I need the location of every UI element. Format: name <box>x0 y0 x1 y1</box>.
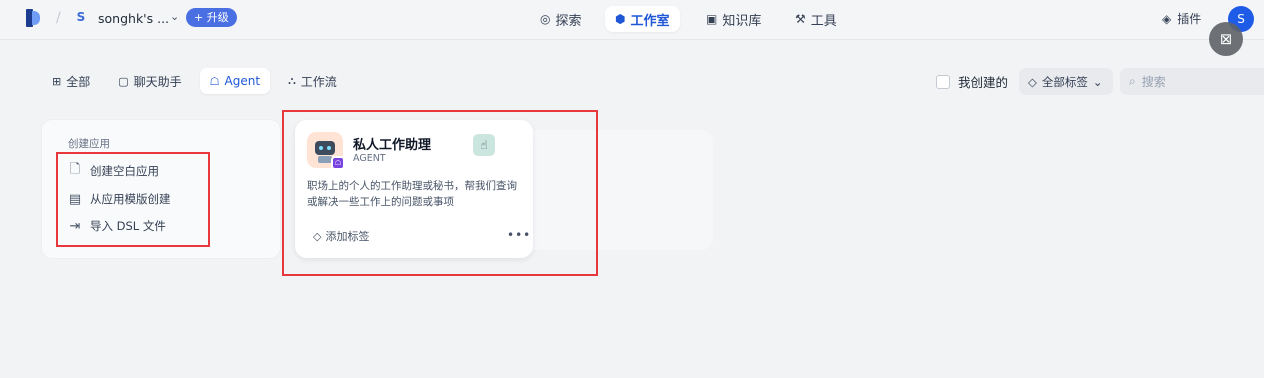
nav-label: 探索 <box>555 13 582 29</box>
chevron-down-icon[interactable]: ⌄ <box>170 10 179 23</box>
nav-explore[interactable]: ◎ 探索 <box>530 6 592 32</box>
workflow-icon: ⛬ <box>288 74 296 87</box>
plugin-label: 插件 <box>1177 12 1202 26</box>
grid-icon: ⊞ <box>52 74 62 88</box>
nav-label: 工作室 <box>630 13 670 29</box>
chevron-down-icon: ⌄ <box>1092 74 1103 89</box>
workspace-name[interactable]: songhk's ... <box>98 11 169 26</box>
top-bar: / S songhk's ... ⌄ + 升级 ◎ 探索 ⬢ 工作室 ▣ 知识库… <box>0 0 1264 40</box>
create-app-title: 创建应用 <box>68 138 110 150</box>
search-input[interactable]: ⌕ 搜索 <box>1120 68 1264 95</box>
tab-agent[interactable]: ☖ Agent <box>199 68 271 94</box>
my-created-label: 我创建的 <box>958 75 1009 90</box>
my-created-filter[interactable]: 我创建的 <box>936 72 1008 91</box>
search-icon: ⌕ <box>1129 74 1136 88</box>
my-created-checkbox[interactable] <box>936 74 950 89</box>
tab-workflow[interactable]: ⛬ 工作流 <box>278 68 347 94</box>
nav-label: 工具 <box>810 13 837 29</box>
nav-knowledge[interactable]: ▣ 知识库 <box>696 6 771 32</box>
upgrade-button[interactable]: + 升级 <box>186 8 237 27</box>
book-icon: ▣ <box>706 12 718 26</box>
tab-chat-assistant[interactable]: ▢ 聊天助手 <box>108 68 191 94</box>
close-icon[interactable]: ⊠ <box>1209 22 1243 56</box>
breadcrumb-separator: / <box>56 10 61 26</box>
workspace-icon: S <box>76 10 86 24</box>
annotation-box <box>56 152 210 247</box>
nav-tools[interactable]: ⚒ 工具 <box>785 6 847 32</box>
app-type-tabs: ⊞ 全部 ▢ 聊天助手 ☖ Agent ⛬ 工作流 <box>42 68 347 94</box>
nav-studio[interactable]: ⬢ 工作室 <box>605 6 680 32</box>
tab-label: 工作流 <box>300 74 337 89</box>
tab-label: 全部 <box>66 74 91 89</box>
tab-label: 聊天助手 <box>133 74 182 89</box>
agent-icon: ☖ <box>209 74 220 88</box>
tag-filter-label: 全部标签 <box>1041 74 1088 89</box>
tag-icon: ◇ <box>1028 74 1037 89</box>
tab-label: Agent <box>224 74 261 88</box>
annotation-box <box>282 110 598 276</box>
tag-filter-select[interactable]: ◇ 全部标签 ⌄ <box>1019 68 1113 95</box>
chat-icon: ▢ <box>118 74 129 88</box>
nav-label: 知识库 <box>722 13 762 29</box>
compass-icon: ◎ <box>540 12 551 26</box>
plugin-button[interactable]: ◈ 插件 <box>1162 10 1201 27</box>
tab-all[interactable]: ⊞ 全部 <box>42 68 100 94</box>
robot-icon: ⬢ <box>615 12 626 26</box>
wrench-icon: ⚒ <box>795 12 806 26</box>
search-placeholder: 搜索 <box>1141 75 1166 89</box>
app-logo[interactable] <box>26 9 40 27</box>
cube-icon: ◈ <box>1162 11 1172 26</box>
